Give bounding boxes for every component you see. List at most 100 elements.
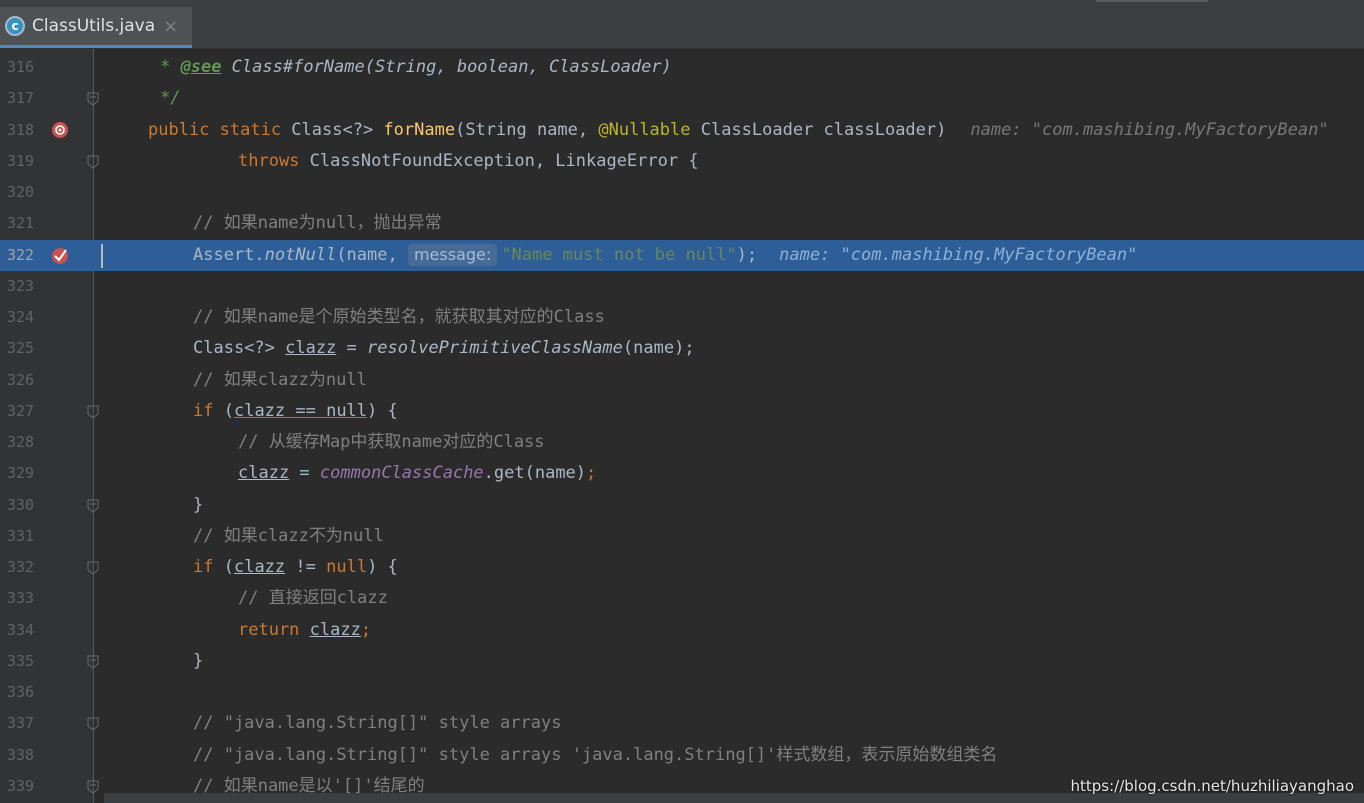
code-line[interactable]: 319 throws ClassNotFoundException, Linka…	[0, 146, 1364, 177]
editor-tab-bar: c ClassUtils.java ×	[0, 0, 1364, 49]
args: (name);	[622, 338, 695, 359]
javadoc-tag[interactable]: @see	[180, 57, 221, 77]
tab-classutils[interactable]: c ClassUtils.java ×	[0, 7, 192, 48]
method-call[interactable]: resolvePrimitiveClassName	[367, 338, 623, 358]
keyword: if	[193, 557, 214, 577]
condition[interactable]: clazz == null	[234, 401, 367, 421]
brace: }	[193, 494, 204, 515]
paren: (	[213, 400, 234, 421]
code-line-current[interactable]: 322 Assert.notNull(name, message: "Name m…	[0, 239, 1364, 271]
code-line[interactable]: 327 if (clazz == null) {	[0, 396, 1364, 427]
static-field[interactable]: commonClassCache	[320, 463, 484, 483]
code-line[interactable]: 324 // 如果name是个原始类型名，就获取其对应的Class	[0, 302, 1364, 333]
comment: // 直接返回clazz	[238, 588, 388, 609]
line-number: 319	[7, 151, 35, 170]
code-line[interactable]: 334 return clazz;	[0, 615, 1364, 646]
fold-icon[interactable]	[87, 561, 99, 575]
javadoc-reference: Class#forName(String, boolean, ClassLoad…	[221, 57, 672, 77]
fold-icon[interactable]	[87, 155, 99, 169]
brace: }	[193, 650, 204, 671]
comment: // 如果clazz不为null	[193, 525, 384, 546]
line-number: 327	[7, 401, 35, 420]
code-line[interactable]: 323	[0, 271, 1364, 302]
doc-comment-end: */	[160, 88, 181, 109]
line-number: 338	[7, 745, 35, 764]
code-line[interactable]: 316 * @see Class#forName(String, boolean…	[0, 52, 1364, 83]
code-line[interactable]: 330 }	[0, 490, 1364, 521]
line-number: 333	[7, 589, 35, 608]
code-line[interactable]: 337 // "java.lang.String[]" style arrays	[0, 708, 1364, 739]
line-number: 329	[7, 464, 35, 483]
watermark: https://blog.csdn.net/huzhiliayanghao	[1070, 777, 1354, 795]
override-marker-icon[interactable]	[50, 120, 70, 140]
semicolon: ;	[360, 619, 372, 640]
debug-value-hint: name: "com.mashibing.MyFactoryBean"	[779, 244, 1138, 265]
params: (String name,	[455, 119, 599, 140]
comment: // 如果name为null，抛出异常	[193, 213, 442, 234]
comment: // "java.lang.String[]" style arrays 'ja…	[193, 744, 998, 765]
paren: ) {	[367, 400, 398, 421]
params: ClassLoader classLoader)	[690, 119, 947, 140]
code-line[interactable]: 329 clazz = commonClassCache.get(name);	[0, 458, 1364, 489]
breakpoint-icon[interactable]	[50, 245, 70, 265]
code-line[interactable]: 335 }	[0, 646, 1364, 677]
code-line[interactable]: 332 if (clazz != null) {	[0, 552, 1364, 583]
java-class-icon: c	[5, 16, 25, 36]
code-line[interactable]: 328 // 从缓存Map中获取name对应的Class	[0, 427, 1364, 458]
line-number: 335	[7, 651, 35, 670]
code-editor[interactable]: 316 * @see Class#forName(String, boolean…	[0, 52, 1364, 802]
line-number: 323	[7, 276, 35, 295]
line-number: 337	[7, 714, 35, 733]
code-line[interactable]: 338 // "java.lang.String[]" style arrays…	[0, 740, 1364, 771]
line-number: 331	[7, 526, 35, 545]
debug-value-hint: name: "com.mashibing.MyFactoryBean"	[970, 119, 1329, 140]
fold-end-icon[interactable]	[87, 655, 99, 669]
line-number: 330	[7, 495, 35, 514]
line-number: 325	[7, 339, 35, 358]
line-number: 336	[7, 683, 35, 701]
fold-icon[interactable]	[87, 405, 99, 419]
code-line[interactable]: 331 // 如果clazz不为null	[0, 521, 1364, 552]
variable[interactable]: clazz	[285, 338, 336, 358]
semicolon: ;	[586, 463, 597, 484]
line-number: 321	[7, 214, 35, 233]
line-number: 326	[7, 370, 35, 389]
method-call[interactable]: notNull	[265, 245, 337, 265]
fold-end-icon[interactable]	[87, 780, 99, 794]
line-number: 320	[7, 183, 35, 201]
keyword: null	[326, 557, 368, 577]
type: Class<?>	[193, 338, 286, 359]
code-line[interactable]: 321 // 如果name为null，抛出异常	[0, 208, 1364, 239]
method-name[interactable]: forName	[383, 120, 455, 140]
close-icon[interactable]: ×	[163, 16, 178, 37]
line-number: 317	[7, 89, 35, 108]
variable[interactable]: clazz	[238, 463, 289, 483]
line-number: 324	[7, 308, 35, 326]
fold-icon[interactable]	[87, 717, 99, 731]
fold-end-icon[interactable]	[87, 92, 99, 106]
comment: // 从缓存Map中获取name对应的Class	[238, 432, 545, 452]
tab-bar-divider	[1096, 0, 1208, 2]
args-close: );	[736, 244, 758, 265]
variable[interactable]: clazz	[310, 620, 361, 640]
keyword: if	[193, 400, 214, 421]
operator: =	[336, 338, 368, 359]
exception-list: ClassNotFoundException, LinkageError {	[309, 150, 699, 171]
line-number: 316	[7, 58, 35, 76]
code-line[interactable]: 336	[0, 677, 1364, 708]
keyword: throws	[238, 150, 310, 171]
line-number: 332	[7, 558, 35, 576]
code-line[interactable]: 320	[0, 177, 1364, 208]
variable[interactable]: clazz	[234, 557, 285, 577]
operator: !=	[285, 557, 327, 577]
code-line[interactable]: 325 Class<?> clazz = resolvePrimitiveCla…	[0, 333, 1364, 364]
code-line[interactable]: 318 public static Class<?> forName(Strin…	[0, 115, 1364, 146]
code-line[interactable]: 326 // 如果clazz为null	[0, 365, 1364, 396]
line-number: 339	[7, 776, 35, 795]
comment: // "java.lang.String[]" style arrays	[193, 713, 562, 734]
paren: (	[213, 557, 234, 577]
code-line[interactable]: 333 // 直接返回clazz	[0, 583, 1364, 614]
code-line[interactable]: 317 */	[0, 83, 1364, 114]
parameter-name-hint: message:	[407, 243, 498, 266]
fold-end-icon[interactable]	[87, 499, 99, 513]
